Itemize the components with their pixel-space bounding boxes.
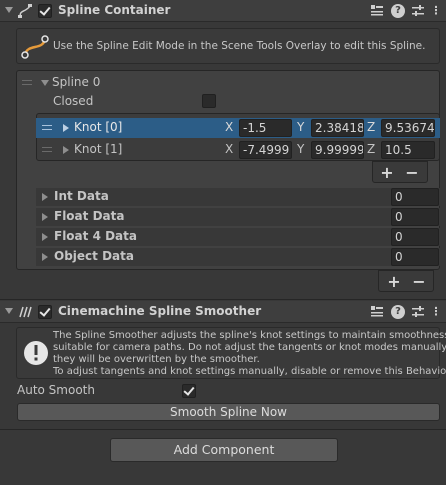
axis-z-label: Z bbox=[367, 120, 376, 134]
spline-container-icon bbox=[18, 4, 32, 18]
component-divider bbox=[0, 429, 446, 430]
sliders-icon[interactable] bbox=[411, 305, 425, 319]
context-menu-icon[interactable]: ⋮ bbox=[429, 305, 443, 319]
help-icon[interactable]: ? bbox=[391, 4, 405, 18]
axis-x-label: X bbox=[225, 120, 234, 134]
knot-1-x-field[interactable]: -7.4999 bbox=[239, 141, 292, 159]
object-data-size-field[interactable]: 0 bbox=[391, 248, 439, 266]
closed-label: Closed bbox=[53, 94, 94, 108]
knot-label: Knot [1] bbox=[74, 142, 123, 156]
auto-smooth-label: Auto Smooth bbox=[17, 383, 95, 397]
object-data-foldout-icon[interactable] bbox=[42, 253, 48, 261]
spline-icon bbox=[21, 35, 49, 59]
int-data-label: Int Data bbox=[54, 189, 109, 203]
remove-spline-button[interactable]: − bbox=[410, 274, 428, 290]
axis-x-label: X bbox=[225, 142, 234, 156]
smoother-info-line-4: To adjust tangents and knot settings man… bbox=[53, 366, 446, 377]
spline-smoother-enabled-checkbox[interactable] bbox=[38, 305, 52, 319]
add-component-button[interactable]: Add Component bbox=[110, 438, 338, 462]
float4-data-size-field[interactable]: 0 bbox=[391, 228, 439, 246]
auto-smooth-checkbox[interactable] bbox=[182, 384, 196, 398]
knot-drag-handle-icon[interactable] bbox=[42, 147, 52, 152]
foldout-arrow-icon[interactable] bbox=[5, 308, 13, 314]
smoother-info-box: The Spline Smoother adjusts the spline's… bbox=[16, 327, 446, 379]
spline-container-enabled-checkbox[interactable] bbox=[38, 4, 52, 18]
spline-edit-info-text: Use the Spline Edit Mode in the Scene To… bbox=[53, 40, 426, 52]
smooth-spline-now-button[interactable]: Smooth Spline Now bbox=[17, 403, 440, 421]
info-icon bbox=[24, 341, 48, 365]
knot-0-x-field[interactable]: -1.5 bbox=[239, 119, 292, 137]
float-data-size-field[interactable]: 0 bbox=[391, 208, 439, 226]
knot-row-1[interactable]: Knot [1] X -7.4999 Y 9.99999 Z 10.5 bbox=[36, 140, 440, 160]
closed-checkbox[interactable] bbox=[202, 94, 216, 108]
spline-foldout-icon[interactable] bbox=[41, 80, 49, 86]
object-data-label: Object Data bbox=[54, 249, 134, 263]
knot-0-y-field[interactable]: 2.38418 bbox=[311, 119, 364, 137]
knot-label: Knot [0] bbox=[74, 120, 123, 134]
remove-knot-button[interactable]: − bbox=[403, 165, 421, 181]
int-data-size-field[interactable]: 0 bbox=[391, 188, 439, 206]
int-data-foldout-icon[interactable] bbox=[42, 193, 48, 201]
object-data-row[interactable]: Object Data 0 bbox=[36, 248, 440, 266]
spline-container-title: Spline Container bbox=[58, 3, 171, 17]
preset-icon[interactable] bbox=[370, 305, 384, 319]
add-spline-button[interactable]: + bbox=[385, 274, 403, 290]
spline-drag-handle-icon[interactable] bbox=[22, 80, 32, 85]
component-divider bbox=[0, 299, 446, 300]
preset-icon[interactable] bbox=[370, 4, 384, 18]
knot-row-0[interactable]: Knot [0] X -1.5 Y 2.38418 Z 9.53674 bbox=[36, 118, 440, 138]
spline-edit-info-box: Use the Spline Edit Mode in the Scene To… bbox=[16, 28, 440, 64]
script-icon bbox=[19, 306, 32, 318]
int-data-row[interactable]: Int Data 0 bbox=[36, 188, 440, 206]
spline-container-header[interactable]: Spline Container ? ⋮ bbox=[0, 0, 446, 22]
float-data-foldout-icon[interactable] bbox=[42, 213, 48, 221]
knot-foldout-icon[interactable] bbox=[63, 146, 69, 154]
spline-smoother-header[interactable]: Cinemachine Spline Smoother ? ⋮ bbox=[0, 301, 446, 323]
knot-foldout-icon[interactable] bbox=[63, 124, 69, 132]
context-menu-icon[interactable]: ⋮ bbox=[429, 4, 443, 18]
float-data-row[interactable]: Float Data 0 bbox=[36, 208, 440, 226]
add-knot-button[interactable]: + bbox=[378, 165, 396, 181]
knot-0-z-field[interactable]: 9.53674 bbox=[381, 119, 435, 137]
float4-data-foldout-icon[interactable] bbox=[42, 233, 48, 241]
smoother-info-line-2: suitable for camera paths. Do not adjust… bbox=[53, 342, 446, 353]
foldout-arrow-icon[interactable] bbox=[5, 7, 13, 13]
knot-drag-handle-icon[interactable] bbox=[42, 125, 52, 130]
smoother-info-line-1: The Spline Smoother adjusts the spline's… bbox=[53, 330, 446, 341]
smoother-info-line-3: they will be overwritten by the smoother… bbox=[53, 354, 260, 365]
knot-1-z-field[interactable]: 10.5 bbox=[381, 141, 435, 159]
spline-smoother-title: Cinemachine Spline Smoother bbox=[58, 304, 262, 318]
float4-data-row[interactable]: Float 4 Data 0 bbox=[36, 228, 440, 246]
sliders-icon[interactable] bbox=[411, 4, 425, 18]
axis-y-label: Y bbox=[297, 142, 305, 156]
float4-data-label: Float 4 Data bbox=[54, 229, 137, 243]
axis-z-label: Z bbox=[367, 142, 376, 156]
axis-y-label: Y bbox=[297, 120, 305, 134]
spline-label: Spline 0 bbox=[52, 75, 101, 89]
help-icon[interactable]: ? bbox=[391, 305, 405, 319]
float-data-label: Float Data bbox=[54, 209, 125, 223]
knot-1-y-field[interactable]: 9.99999 bbox=[311, 141, 364, 159]
